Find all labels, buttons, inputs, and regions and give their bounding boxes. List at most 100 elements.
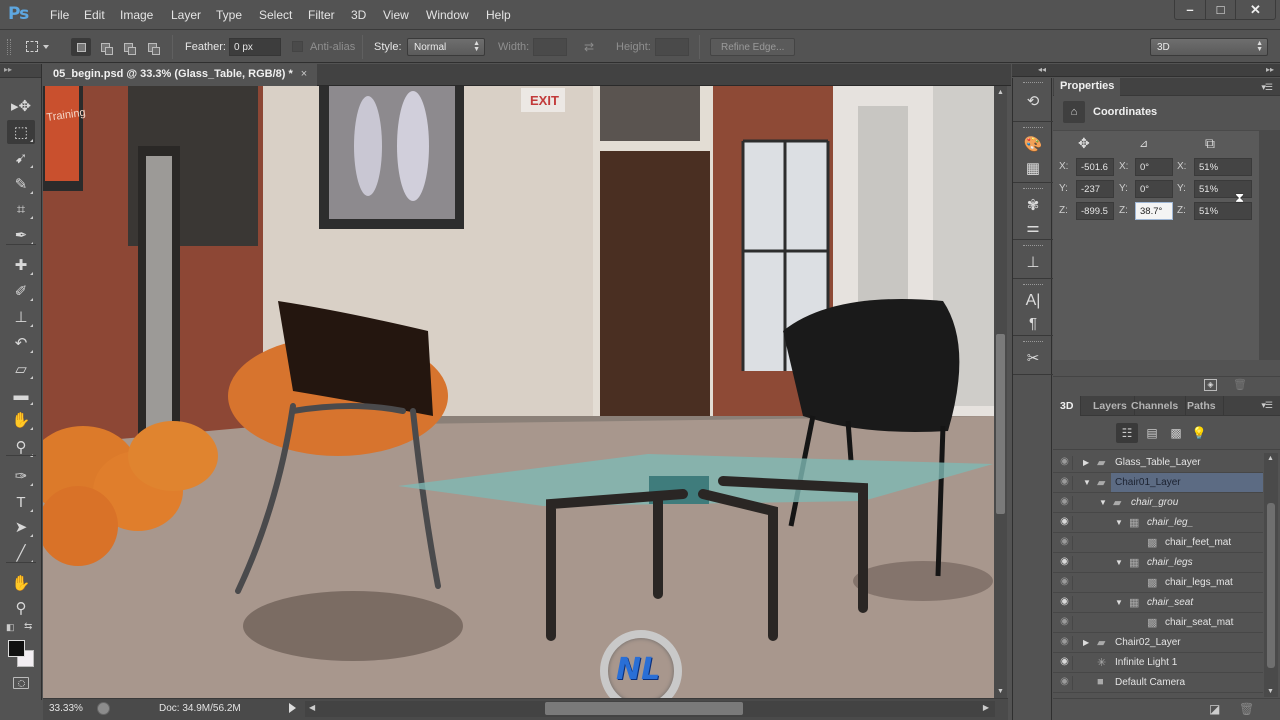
panel-menu-icon[interactable]: ▾☰ [1261, 400, 1273, 411]
lasso-tool[interactable]: ➹ [7, 146, 35, 170]
visibility-eye-icon[interactable]: ◉ [1057, 656, 1073, 670]
menu-image[interactable]: Image [120, 8, 153, 22]
close-button[interactable]: ✕ [1235, 0, 1275, 19]
path-selection-tool[interactable]: ➤ [7, 515, 35, 539]
eraser-tool[interactable]: ▱ [7, 357, 35, 381]
menu-select[interactable]: Select [259, 8, 292, 22]
visibility-eye-icon[interactable]: ◉ [1057, 676, 1073, 690]
tab-3d[interactable]: 3D [1053, 396, 1082, 416]
quick-selection-tool[interactable]: ✎ [7, 172, 35, 196]
visibility-eye-icon[interactable]: ◉ [1057, 596, 1073, 610]
filter-whole-scene-icon[interactable]: ☷ [1116, 423, 1138, 443]
minimize-button[interactable]: – [1175, 0, 1205, 19]
render-icon[interactable]: ◈ [1204, 379, 1217, 391]
tab-paths[interactable]: Paths [1180, 396, 1224, 416]
hand-tool[interactable]: ✋ [7, 571, 35, 595]
scene-item[interactable]: ◉ ▶ ▰ Glass_Table_Layer [1053, 453, 1263, 473]
tool-preset-dropdown-icon[interactable] [43, 45, 49, 49]
height-input[interactable] [655, 38, 689, 56]
status-menu-arrow-icon[interactable] [289, 703, 296, 713]
subtract-from-selection-button[interactable] [118, 38, 138, 56]
brush-presets-icon[interactable]: ⚌ [1021, 216, 1045, 238]
dock-grip[interactable] [1023, 188, 1043, 190]
dock-grip[interactable] [1023, 245, 1043, 247]
tab-properties[interactable]: Properties [1054, 78, 1121, 96]
menu-help[interactable]: Help [486, 8, 511, 22]
scene-item[interactable]: ◉ ✳ Infinite Light 1 [1053, 653, 1263, 673]
scene-item[interactable]: ◉ ▼ ▰ Chair01_Layer [1053, 473, 1263, 493]
visibility-eye-icon[interactable]: ◉ [1057, 536, 1073, 550]
scene-tree-scroll-thumb[interactable] [1267, 503, 1275, 668]
tab-channels[interactable]: Channels [1124, 396, 1187, 416]
rotation-x-input[interactable] [1135, 158, 1173, 176]
collapsed-triangle-icon[interactable]: ▶ [1083, 638, 1089, 647]
scroll-right-icon[interactable]: ▶ [983, 703, 989, 712]
horizontal-scroll-thumb[interactable] [545, 702, 743, 715]
scene-item[interactable]: ◉ ▼ ▦ chair_leg_ [1053, 513, 1263, 533]
zoom-tool[interactable]: ⚲ [7, 596, 35, 620]
scene-item[interactable]: ◉ ▼ ▦ chair_seat [1053, 593, 1263, 613]
visibility-eye-icon[interactable]: ◉ [1057, 496, 1073, 510]
workspace-select[interactable]: 3D ▲ ▼ [1150, 38, 1268, 56]
character-panel-icon[interactable]: A| [1021, 290, 1045, 312]
visibility-eye-icon[interactable]: ◉ [1057, 516, 1073, 530]
dock-grip[interactable] [1023, 127, 1043, 129]
visibility-eye-icon[interactable]: ◉ [1057, 636, 1073, 650]
history-brush-tool[interactable]: ↶ [7, 331, 35, 355]
position-y-input[interactable] [1076, 180, 1114, 198]
scene-item[interactable]: ◉ ▩ chair_seat_mat [1053, 613, 1263, 633]
document-canvas[interactable]: Training EXIT NL [43, 86, 994, 698]
panel-menu-icon[interactable]: ▾☰ [1261, 82, 1273, 93]
expanded-triangle-icon[interactable]: ▼ [1115, 558, 1123, 567]
brushes-panel-icon[interactable]: ✾ [1021, 194, 1045, 216]
collapsed-triangle-icon[interactable]: ▶ [1083, 458, 1089, 467]
maximize-button[interactable]: □ [1205, 0, 1235, 19]
intersect-selection-button[interactable] [142, 38, 162, 56]
swap-width-height-icon[interactable]: ⇄ [584, 40, 594, 54]
visibility-eye-icon[interactable]: ◉ [1057, 556, 1073, 570]
filter-materials-icon[interactable]: ▩ [1165, 423, 1187, 443]
menu-file[interactable]: File [50, 8, 69, 22]
brush-tool[interactable]: ✐ [7, 279, 35, 303]
add-to-selection-button[interactable] [95, 38, 115, 56]
delete-icon[interactable]: 🗑 [1239, 702, 1254, 716]
scroll-down-icon[interactable]: ▼ [997, 688, 1004, 695]
vertical-scroll-thumb[interactable] [996, 334, 1005, 514]
scroll-up-icon[interactable]: ▲ [1267, 455, 1274, 462]
canvas-horizontal-scrollbar[interactable]: ◀ ▶ [305, 701, 995, 717]
expand-icon[interactable]: ▸▸ [4, 65, 12, 74]
menu-view[interactable]: View [383, 8, 409, 22]
scene-tree-scrollbar[interactable]: ▲ ▼ [1264, 453, 1278, 697]
swap-colors-icon[interactable]: ⇆ [24, 621, 32, 632]
properties-scrollbar[interactable] [1259, 130, 1280, 360]
foreground-color-swatch[interactable] [8, 640, 25, 657]
rectangular-marquee-tool[interactable]: ⬚ [7, 120, 35, 144]
menu-layer[interactable]: Layer [171, 8, 201, 22]
menu-window[interactable]: Window [426, 8, 469, 22]
position-z-input[interactable] [1076, 202, 1114, 220]
default-colors-icon[interactable]: ◧ [6, 622, 15, 633]
new-selection-button[interactable] [71, 38, 91, 56]
feather-input[interactable] [229, 38, 281, 56]
history-panel-icon[interactable]: ⟲ [1021, 90, 1045, 112]
type-tool[interactable]: T [7, 490, 35, 514]
expanded-triangle-icon[interactable]: ▼ [1099, 498, 1107, 507]
visibility-eye-icon[interactable]: ◉ [1057, 456, 1073, 470]
delete-icon[interactable]: 🗑 [1233, 378, 1247, 391]
menu-filter[interactable]: Filter [308, 8, 335, 22]
menu-edit[interactable]: Edit [84, 8, 105, 22]
rotation-y-input[interactable] [1135, 180, 1173, 198]
new-object-icon[interactable]: ◪ [1209, 702, 1220, 716]
visibility-eye-icon[interactable]: ◉ [1057, 476, 1073, 490]
tool-preset-marquee-icon[interactable] [26, 41, 38, 52]
dock-grip[interactable] [1023, 82, 1043, 84]
expanded-triangle-icon[interactable]: ▼ [1083, 478, 1091, 487]
scroll-left-icon[interactable]: ◀ [309, 703, 315, 712]
refine-edge-button[interactable]: Refine Edge... [710, 38, 796, 56]
swatches-panel-icon[interactable]: ▦ [1021, 157, 1045, 179]
quick-mask-icon[interactable] [13, 677, 29, 689]
pen-tool[interactable]: ✑ [7, 464, 35, 488]
position-x-input[interactable] [1076, 158, 1114, 176]
dock-grip[interactable] [1023, 284, 1043, 286]
crop-tool[interactable]: ⌗ [7, 197, 35, 221]
